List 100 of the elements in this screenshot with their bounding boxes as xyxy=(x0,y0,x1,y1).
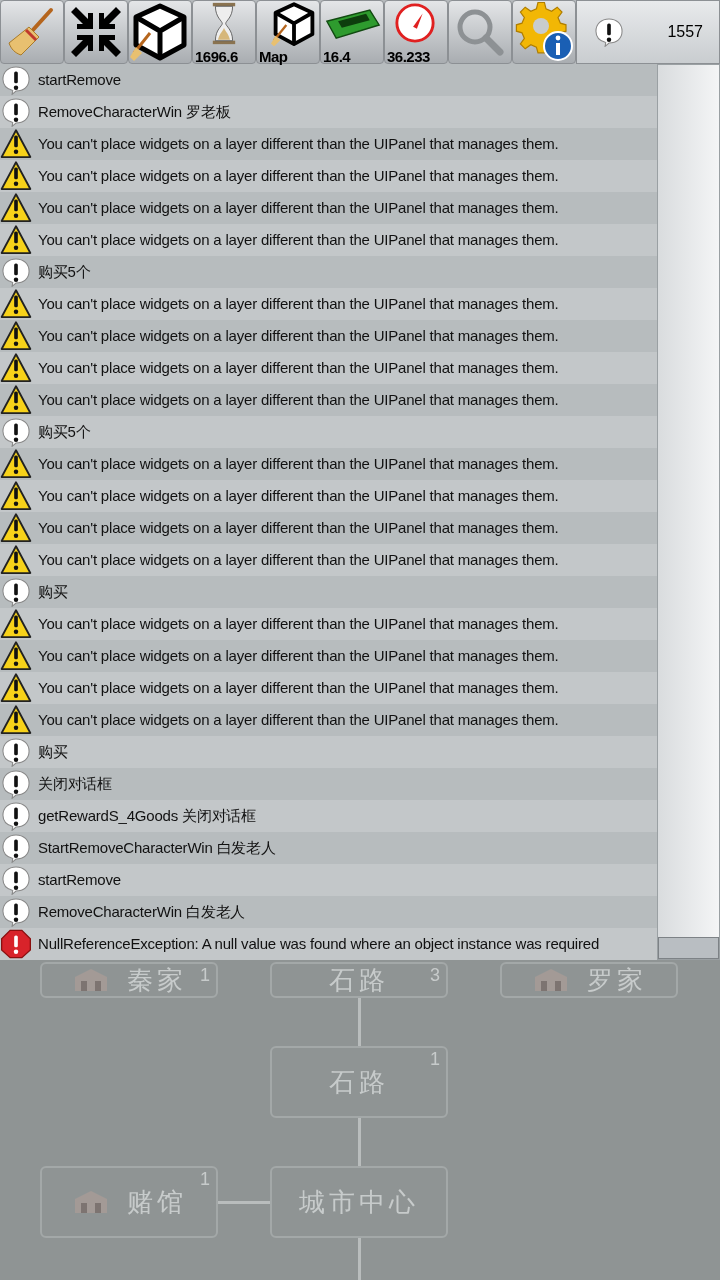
button-readout: 36.233 xyxy=(387,49,430,64)
node-count: 1 xyxy=(430,1050,440,1068)
log-message: 购买 xyxy=(38,741,68,762)
warning-icon xyxy=(0,481,32,511)
log-message: 购买5个 xyxy=(38,421,91,442)
info-bubble-icon xyxy=(0,769,32,799)
log-entry[interactable]: You can't place widgets on a layer different than the UIPanel that manages them. xyxy=(0,224,657,256)
warning-icon xyxy=(0,673,32,703)
warning-icon xyxy=(0,353,32,383)
log-entry[interactable]: startRemove xyxy=(0,64,657,96)
log-message: startRemove xyxy=(38,869,121,890)
log-entry[interactable]: You can't place widgets on a layer different than the UIPanel that manages them. xyxy=(0,480,657,512)
log-message: NullReferenceException: A null value was found where an object instance was required xyxy=(38,933,600,954)
log-entry[interactable]: You can't place widgets on a layer different than the UIPanel that manages them. xyxy=(0,384,657,416)
log-message: You can't place widgets on a layer different than the UIPanel that manages them. xyxy=(38,389,559,410)
memory-button[interactable]: 16.4 xyxy=(320,0,384,64)
clear-scene-button[interactable] xyxy=(128,0,192,64)
log-entry[interactable]: startRemove xyxy=(0,864,657,896)
warning-icon xyxy=(0,449,32,479)
scene-button[interactable]: Map xyxy=(256,0,320,64)
log-entry[interactable]: 购买 xyxy=(0,576,657,608)
log-message: You can't place widgets on a layer different than the UIPanel that manages them. xyxy=(38,677,559,698)
warning-icon xyxy=(0,161,32,191)
log-message: You can't place widgets on a layer different than the UIPanel that manages them. xyxy=(38,293,559,314)
log-message: 购买 xyxy=(38,581,68,602)
log-message: StartRemoveCharacterWin 白发老人 xyxy=(38,837,276,858)
settings-button[interactable] xyxy=(512,0,576,64)
log-entry[interactable]: You can't place widgets on a layer different than the UIPanel that manages them. xyxy=(0,320,657,352)
log-message: 购买5个 xyxy=(38,261,91,282)
warning-icon xyxy=(0,545,32,575)
hourglass-icon xyxy=(211,2,237,45)
settings-icon xyxy=(514,2,574,62)
log-entry[interactable]: You can't place widgets on a layer different than the UIPanel that manages them. xyxy=(0,448,657,480)
timer-button[interactable]: 1696.6 xyxy=(192,0,256,64)
node-label: 石路 xyxy=(329,963,389,997)
log-entry[interactable]: 购买5个 xyxy=(0,416,657,448)
log-message: You can't place widgets on a layer different than the UIPanel that manages them. xyxy=(38,133,559,154)
error-icon xyxy=(0,929,32,959)
log-message: You can't place widgets on a layer different than the UIPanel that manages them. xyxy=(38,229,559,250)
warning-icon xyxy=(0,513,32,543)
warning-icon xyxy=(0,225,32,255)
log-message: You can't place widgets on a layer different than the UIPanel that manages them. xyxy=(38,549,559,570)
memory-chip-icon xyxy=(325,8,381,42)
node-label: 秦家 xyxy=(127,963,187,997)
warning-icon xyxy=(0,641,32,671)
log-entry[interactable]: NullReferenceException: A null value was found where an object instance was required xyxy=(0,928,657,960)
log-entry[interactable]: 购买5个 xyxy=(0,256,657,288)
info-bubble-icon xyxy=(0,897,32,927)
info-bubble-icon xyxy=(0,97,32,127)
node-count: 3 xyxy=(430,966,440,984)
warning-icon xyxy=(0,705,32,735)
info-bubble-icon xyxy=(0,65,32,95)
node-count: 1 xyxy=(200,1170,210,1188)
speedometer-icon xyxy=(394,2,436,44)
log-message: getRewardS_4Goods 关闭对话框 xyxy=(38,805,256,826)
node-label: 城市中心 xyxy=(299,1185,419,1219)
info-bubble-icon xyxy=(0,801,32,831)
scrollbar-thumb[interactable] xyxy=(658,937,719,959)
log-entry[interactable]: RemoveCharacterWin 白发老人 xyxy=(0,896,657,928)
log-entry[interactable]: You can't place widgets on a layer different than the UIPanel that manages them. xyxy=(0,288,657,320)
info-bubble-icon xyxy=(0,257,32,287)
button-readout: 16.4 xyxy=(323,49,351,64)
info-bubble-icon xyxy=(593,17,625,47)
search-icon xyxy=(455,7,505,57)
cube-broom-icon xyxy=(271,2,317,47)
warning-icon xyxy=(0,385,32,415)
log-entry[interactable]: StartRemoveCharacterWin 白发老人 xyxy=(0,832,657,864)
log-entry[interactable]: RemoveCharacterWin 罗老板 xyxy=(0,96,657,128)
log-entry[interactable]: You can't place widgets on a layer different than the UIPanel that manages them. xyxy=(0,192,657,224)
warning-icon xyxy=(0,129,32,159)
log-entry[interactable]: You can't place widgets on a layer different than the UIPanel that manages them. xyxy=(0,640,657,672)
log-entry[interactable]: You can't place widgets on a layer different than the UIPanel that manages them. xyxy=(0,512,657,544)
warning-icon xyxy=(0,609,32,639)
log-message: You can't place widgets on a layer different than the UIPanel that manages them. xyxy=(38,165,559,186)
info-bubble-icon xyxy=(0,737,32,767)
log-entry[interactable]: You can't place widgets on a layer different than the UIPanel that manages them. xyxy=(0,128,657,160)
log-entry[interactable]: 购买 xyxy=(0,736,657,768)
log-entry[interactable]: You can't place widgets on a layer different than the UIPanel that manages them. xyxy=(0,352,657,384)
node-label: 赌馆 xyxy=(127,1185,187,1219)
log-entry[interactable]: getRewardS_4Goods 关闭对话框 xyxy=(0,800,657,832)
warning-icon xyxy=(0,193,32,223)
log-entry[interactable]: You can't place widgets on a layer different than the UIPanel that manages them. xyxy=(0,704,657,736)
log-entry[interactable]: 关闭对话框 xyxy=(0,768,657,800)
fps-button[interactable]: 36.233 xyxy=(384,0,448,64)
log-entry[interactable]: You can't place widgets on a layer different than the UIPanel that manages them. xyxy=(0,672,657,704)
cube-broom-icon xyxy=(130,3,190,61)
collapse-button[interactable] xyxy=(64,0,128,64)
log-message: You can't place widgets on a layer different than the UIPanel that manages them. xyxy=(38,613,559,634)
log-entry[interactable]: You can't place widgets on a layer different than the UIPanel that manages them. xyxy=(0,608,657,640)
log-message: 关闭对话框 xyxy=(38,773,112,794)
info-bubble-icon xyxy=(0,577,32,607)
log-message: You can't place widgets on a layer different than the UIPanel that manages them. xyxy=(38,357,559,378)
info-bubble-icon xyxy=(0,865,32,895)
scrollbar-track[interactable] xyxy=(657,64,720,960)
log-message: You can't place widgets on a layer different than the UIPanel that manages them. xyxy=(38,517,559,538)
log-entry[interactable]: You can't place widgets on a layer different than the UIPanel that manages them. xyxy=(0,160,657,192)
log-message: You can't place widgets on a layer different than the UIPanel that manages them. xyxy=(38,645,559,666)
button-readout: Map xyxy=(259,49,288,64)
log-message: startRemove xyxy=(38,69,121,90)
log-entry[interactable]: You can't place widgets on a layer different than the UIPanel that manages them. xyxy=(0,544,657,576)
